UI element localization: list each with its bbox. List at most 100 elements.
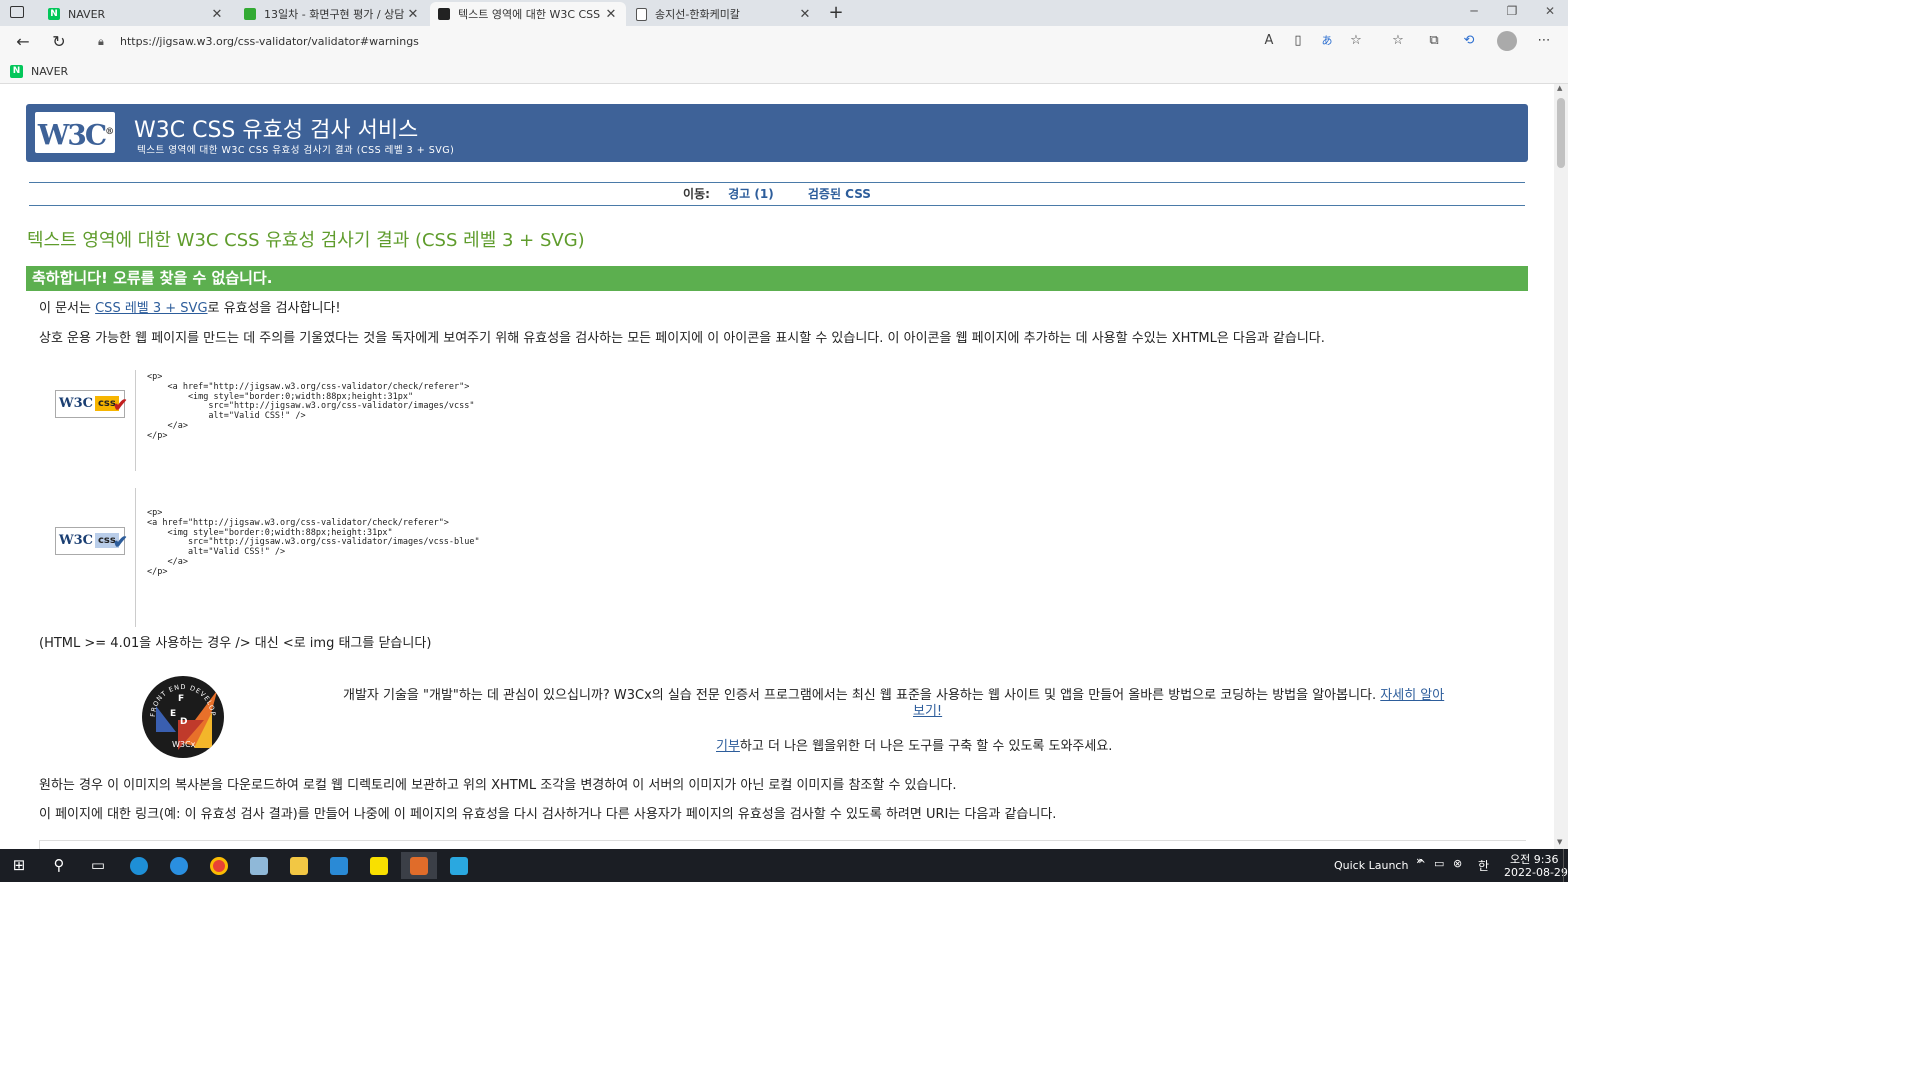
bookmark-label: NAVER: [31, 64, 69, 78]
naver-icon: N: [48, 8, 60, 20]
promo-text-cont: 보기!: [913, 700, 942, 719]
valid-css-badge-gold[interactable]: W3C css ✔: [55, 390, 128, 418]
learn-more-link-cont[interactable]: 보기!: [913, 704, 942, 719]
network-icon[interactable]: ▭: [1434, 857, 1444, 870]
minimize-button[interactable]: ─: [1454, 4, 1494, 22]
badge-text: W3C: [59, 396, 93, 411]
learn-more-link[interactable]: 자세히 알아: [1380, 688, 1444, 703]
tab-actions-icon[interactable]: [10, 6, 24, 18]
translate-icon[interactable]: あ: [1318, 32, 1336, 50]
tab-strip: N NAVER ✕ 13일차 - 화면구현 평가 / 상담 : ✕ 텍스트 영역…: [0, 0, 1568, 26]
tab-css-validator[interactable]: 텍스트 영역에 대한 W3C CSS 유 ✕: [430, 2, 626, 26]
scroll-down-arrow[interactable]: ▼: [1557, 838, 1562, 846]
page-subtitle: 텍스트 영역에 대한 W3C CSS 유효성 검사기 결과 (CSS 레벨 3 …: [137, 145, 455, 156]
jump-label: 이동:: [683, 187, 710, 201]
more-menu-icon[interactable]: ⋯: [1535, 32, 1553, 50]
quick-launch-label[interactable]: Quick Launch »: [1334, 854, 1423, 872]
tab-songjiseon[interactable]: 송지선-한화케미칼 ✕: [628, 2, 820, 26]
tab-title: 텍스트 영역에 대한 W3C CSS 유: [458, 8, 604, 21]
start-icon[interactable]: ⊞: [1, 852, 37, 879]
read-aloud-icon[interactable]: A: [1260, 32, 1278, 50]
check-icon: ✔: [112, 532, 128, 553]
w3c-logo[interactable]: W3C®: [35, 112, 115, 153]
favorites-icon[interactable]: ☆: [1389, 32, 1407, 50]
address-bar[interactable]: 🔒︎ https://jigsaw.w3.org/css-validator/v…: [84, 29, 1376, 55]
pen-app-icon[interactable]: [401, 852, 437, 879]
chrome-icon[interactable]: [201, 852, 237, 879]
logo-text: W3C: [37, 118, 107, 152]
tab-13th-day[interactable]: 13일차 - 화면구현 평가 / 상담 : ✕: [236, 2, 428, 26]
donate-body: 하고 더 나은 웹을위한 더 나은 도구를 구축 할 수 있도록 도와주세요.: [739, 739, 1113, 754]
close-window-button[interactable]: ✕: [1530, 4, 1570, 22]
badge-letter-e: E: [170, 709, 177, 719]
tab-title: 13일차 - 화면구현 평가 / 상담 :: [264, 8, 406, 21]
scrollbar-thumb[interactable]: [1557, 98, 1565, 168]
w3cx-front-end-badge[interactable]: FRONT END DEVELOPER F E D W3Cx: [142, 676, 224, 758]
jump-validated-css-link[interactable]: 검증된 CSS: [808, 187, 871, 201]
clock-time[interactable]: 오전 9:36: [1510, 851, 1558, 867]
css-level-link[interactable]: CSS 레벨 3 + SVG: [95, 301, 207, 316]
tray-chevron-icon[interactable]: ^: [1416, 857, 1426, 871]
url-text[interactable]: https://jigsaw.w3.org/css-validator/vali…: [120, 35, 419, 48]
congrats-banner: 축하합니다! 오류를 찾을 수 없습니다.: [26, 266, 1528, 291]
jump-nav: 이동: 경고 (1) 검증된 CSS: [29, 182, 1525, 206]
vscode-icon[interactable]: [321, 852, 357, 879]
refresh-icon[interactable]: ↻: [48, 31, 70, 53]
document-icon: [636, 7, 647, 21]
show-desktop-button[interactable]: [1563, 849, 1569, 882]
page-content: W3C® W3C CSS 유효성 검사 서비스 텍스트 영역에 대한 W3C C…: [0, 84, 1554, 849]
promo-text: 개발자 기술을 "개발"하는 데 관심이 있으십니까? W3Cx의 실습 전문 …: [343, 684, 1444, 703]
windows-taskbar: ⊞ ⚲ ▭ Quick Launch » ^ ▭ ⊗ 한 오전 9:36 202…: [0, 849, 1568, 882]
search-icon[interactable]: ⚲: [41, 852, 77, 879]
local-copy-text: 원하는 경우 이 이미지의 복사본을 다운로드하여 로컬 웹 디렉토리에 보관하…: [39, 778, 957, 793]
page-title: W3C CSS 유효성 검사 서비스: [134, 118, 419, 143]
badge-letter-f: F: [178, 694, 185, 704]
bookmark-naver[interactable]: N NAVER: [10, 62, 68, 80]
close-icon[interactable]: ✕: [210, 7, 224, 22]
close-icon[interactable]: ✕: [406, 7, 420, 22]
clock-date[interactable]: 2022-08-29: [1504, 866, 1568, 879]
code-snippet-blue: <p> <a href="http://jigsaw.w3.org/css-va…: [135, 488, 480, 627]
badge-text: W3C: [59, 533, 93, 548]
logo-mark: ®: [105, 127, 114, 137]
restore-button[interactable]: ❐: [1492, 4, 1532, 22]
notepad-icon[interactable]: [241, 852, 277, 879]
lock-icon[interactable]: 🔒︎: [98, 35, 104, 49]
promo-body: 개발자 기술을 "개발"하는 데 관심이 있으십니까? W3Cx의 실습 전문 …: [343, 688, 1381, 703]
back-arrow-icon[interactable]: ←: [12, 31, 34, 53]
icon-intro-text: 상호 운용 가능한 웹 페이지를 만드는 데 주의를 기울였다는 것을 독자에게…: [39, 331, 1325, 346]
checked-suffix: 로 유효성을 검사합니다!: [207, 301, 341, 316]
collections-icon[interactable]: ⧉: [1425, 32, 1443, 50]
page-scrollbar[interactable]: ▲ ▼: [1554, 84, 1568, 849]
edge-icon[interactable]: [121, 852, 157, 879]
code-snippet-gold: <p> <a href="http://jigsaw.w3.org/css-va…: [135, 370, 475, 471]
naver-icon: N: [10, 64, 23, 78]
kakaotalk-icon[interactable]: [361, 852, 397, 879]
new-tab-button[interactable]: +: [826, 2, 846, 24]
bookmark-bar: N NAVER: [0, 58, 1568, 84]
add-favorite-icon[interactable]: ☆: [1347, 32, 1365, 50]
close-icon[interactable]: ✕: [798, 7, 812, 22]
file-explorer-icon[interactable]: [281, 852, 317, 879]
close-icon[interactable]: ✕: [604, 7, 618, 22]
app-icon[interactable]: [441, 852, 477, 879]
ie-icon[interactable]: [161, 852, 197, 879]
badge-letter-d: D: [180, 717, 188, 727]
quick-launch-text: Quick Launch: [1334, 859, 1409, 872]
volume-icon[interactable]: ⊗: [1453, 857, 1462, 870]
checked-with-text: 이 문서는 CSS 레벨 3 + SVG로 유효성을 검사합니다!: [39, 297, 341, 316]
immersive-reader-icon[interactable]: ▯: [1289, 32, 1307, 50]
tab-title: NAVER: [68, 7, 106, 21]
task-view-icon[interactable]: ▭: [80, 852, 116, 879]
extension-icon[interactable]: ⟲: [1460, 32, 1478, 50]
tab-naver[interactable]: N NAVER ✕: [40, 2, 232, 26]
badge-w3cx-label: W3Cx: [172, 740, 196, 749]
checked-prefix: 이 문서는: [39, 301, 96, 316]
tab-title: 송지선-한화케미칼: [655, 8, 740, 21]
scroll-up-arrow[interactable]: ▲: [1557, 84, 1562, 92]
profile-avatar[interactable]: [1497, 31, 1517, 51]
donate-link[interactable]: 기부: [716, 739, 740, 754]
valid-css-badge-blue[interactable]: W3C css ✔: [55, 527, 128, 555]
ime-language-indicator[interactable]: 한: [1478, 857, 1489, 874]
jump-warnings-link[interactable]: 경고 (1): [728, 187, 774, 201]
